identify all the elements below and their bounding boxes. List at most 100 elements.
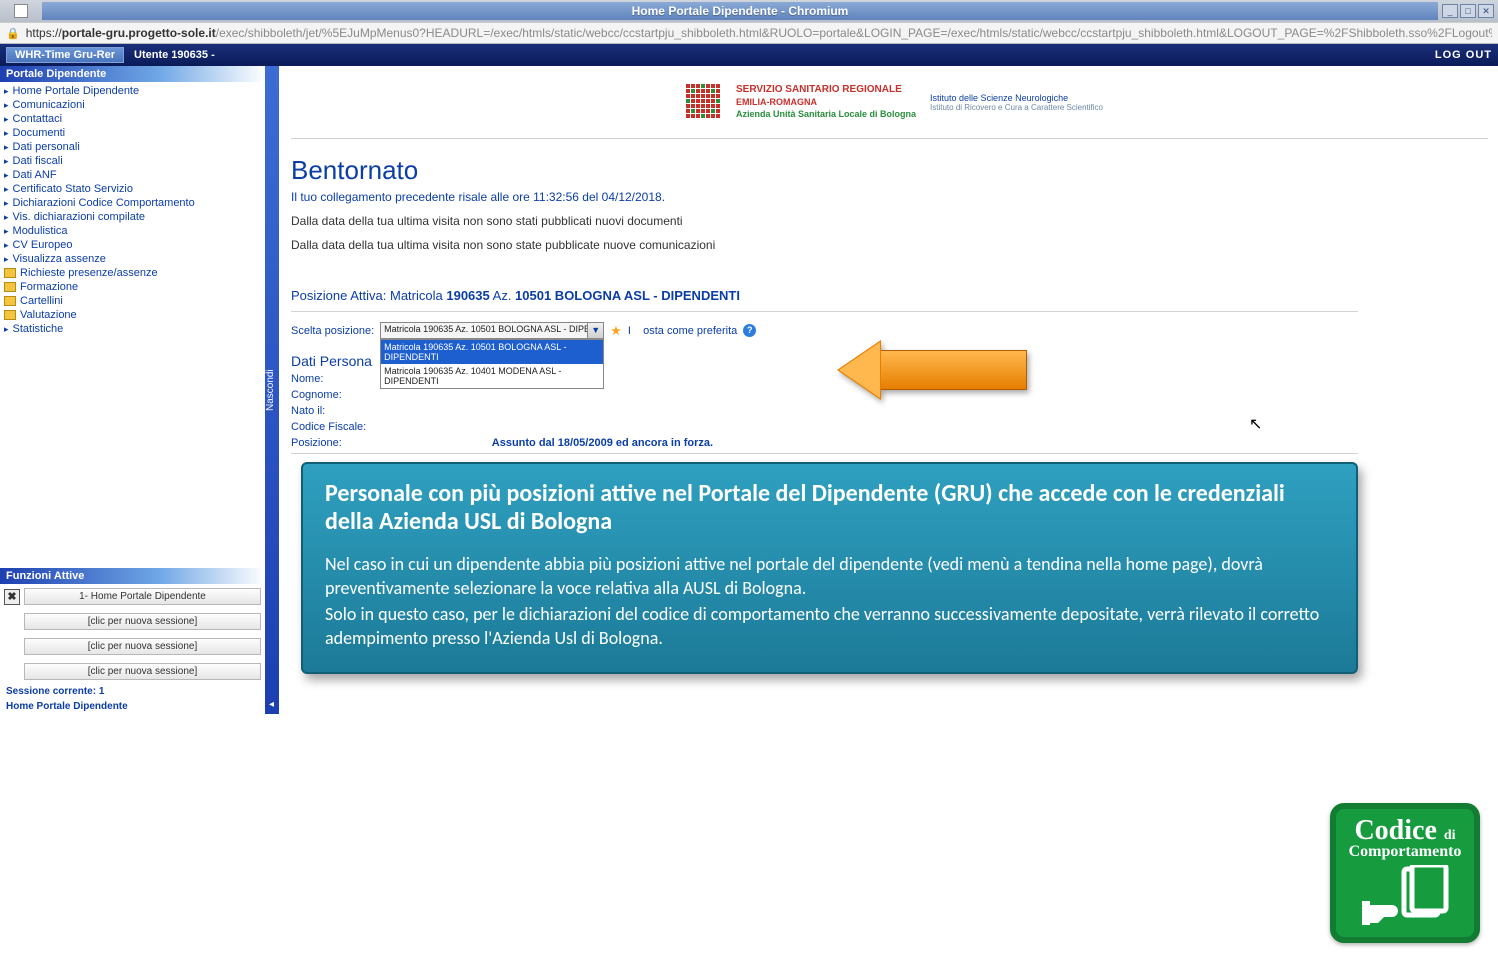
sidebar-item-label: Valutazione <box>20 309 77 321</box>
info-callout: Personale con più posizioni attive nel P… <box>301 462 1358 674</box>
sidebar-item-label: Formazione <box>20 281 78 293</box>
sidebar-item-label: Dati ANF <box>13 169 57 181</box>
session-close-button[interactable]: ✖ <box>4 589 20 605</box>
window-controls: _ □ ✕ <box>1442 4 1494 18</box>
sidebar-item[interactable]: ▸ Visualizza assenze <box>0 252 265 266</box>
window-close-button[interactable]: ✕ <box>1478 4 1494 18</box>
sidebar-item-label: Documenti <box>13 127 66 139</box>
codice-comportamento-badge: Codice di Comportamento <box>1330 803 1480 943</box>
welcome-title: Bentornato <box>291 155 1488 186</box>
posizione-select[interactable]: Matricola 190635 Az. 10501 BOLOGNA ASL -… <box>380 322 604 339</box>
folder-icon <box>4 282 16 292</box>
triangle-icon: ▸ <box>4 156 9 167</box>
window-maximize-button[interactable]: □ <box>1460 4 1476 18</box>
session-button-new[interactable]: [clic per nuova sessione] <box>24 638 261 655</box>
sidebar-item-label: Dati fiscali <box>13 155 63 167</box>
sidebar-item[interactable]: Cartellini <box>0 294 265 308</box>
dp-posizione-value: Assunto dal 18/05/2009 ed ancora in forz… <box>492 437 713 449</box>
sidebar-item[interactable]: ▸Comunicazioni <box>0 98 265 112</box>
badge-word2: di <box>1444 828 1456 843</box>
hand-document-icon <box>1360 865 1450 927</box>
sidebar-item[interactable]: ▸ Modulistica <box>0 224 265 238</box>
triangle-icon: ▸ <box>4 212 9 223</box>
sidebar-item-label: Certificato Stato Servizio <box>13 183 133 195</box>
session-button-new[interactable]: [clic per nuova sessione] <box>24 663 261 680</box>
scelta-label: Scelta posizione: <box>291 325 374 337</box>
sidebar-item-label: Contattaci <box>13 113 63 125</box>
sidebar-item[interactable]: ▸ Certificato Stato Servizio <box>0 182 265 196</box>
callout-p2: Solo in questo caso, per le dichiarazion… <box>325 602 1334 650</box>
welcome-lastlogin: Il tuo collegamento precedente risale al… <box>291 190 1488 204</box>
main-content: SERVIZIO SANITARIO REGIONALE EMILIA-ROMA… <box>279 66 1498 714</box>
triangle-icon: ▸ <box>4 324 9 335</box>
browser-tab[interactable] <box>4 2 38 20</box>
posizione-option[interactable]: Matricola 190635 Az. 10401 MODENA ASL - … <box>381 364 603 388</box>
logo-text: SERVIZIO SANITARIO REGIONALE EMILIA-ROMA… <box>736 84 916 120</box>
url-bar[interactable]: https://portale-gru.progetto-sole.it/exe… <box>26 26 1492 40</box>
logo-line3: Azienda Unità Sanitaria Locale di Bologn… <box>736 108 916 120</box>
sidebar-item-label: Richieste presenze/assenze <box>20 267 158 279</box>
sidebar-item[interactable]: ▸ Dichiarazioni Codice Comportamento <box>0 196 265 210</box>
url-path: /exec/shibboleth/jet/%5EJuMpMenus0?HEADU… <box>216 26 1492 40</box>
browser-chrome: Home Portale Dipendente - Chromium _ □ ✕… <box>0 0 1498 44</box>
sidebar-menu: ▸Home Portale Dipendente▸Comunicazioni▸C… <box>0 82 265 338</box>
chevron-down-icon: ▼ <box>587 323 603 338</box>
triangle-icon: ▸ <box>4 240 9 251</box>
logo-row: SERVIZIO SANITARIO REGIONALE EMILIA-ROMA… <box>291 76 1498 138</box>
sidebar-item[interactable]: ▸Contattaci <box>0 112 265 126</box>
triangle-icon: ▸ <box>4 170 9 181</box>
sidebar-item[interactable]: Valutazione <box>0 308 265 322</box>
logout-button[interactable]: LOG OUT <box>1435 49 1492 61</box>
sidebar-item[interactable]: Formazione <box>0 280 265 294</box>
sidebar-header-funzioni: Funzioni Attive <box>0 568 265 584</box>
sidebar-item[interactable]: ▸ Dati fiscali <box>0 154 265 168</box>
sidebar-item[interactable]: ▸CV Europeo <box>0 238 265 252</box>
triangle-icon: ▸ <box>4 128 9 139</box>
url-bar-row: 🔒 https://portale-gru.progetto-sole.it/e… <box>0 22 1498 43</box>
app-topbar: WHR-Time Gru-Rer Utente 190635 - LOG OUT <box>0 44 1498 66</box>
logo-icon <box>686 84 722 120</box>
set-preferred-link[interactable]: I osta come preferita <box>628 325 737 337</box>
folder-icon <box>4 310 16 320</box>
sidebar-item[interactable]: Richieste presenze/assenze <box>0 266 265 280</box>
lock-icon: 🔒 <box>6 27 20 40</box>
triangle-icon: ▸ <box>4 198 9 209</box>
session-button-current[interactable]: 1- Home Portale Dipendente <box>24 588 261 605</box>
posizione-select-value: Matricola 190635 Az. 10501 BOLOGNA ASL -… <box>381 323 603 335</box>
posizione-option[interactable]: Matricola 190635 Az. 10501 BOLOGNA ASL -… <box>381 340 603 364</box>
sidebar-item-label: Comunicazioni <box>13 99 85 111</box>
sidebar-item[interactable]: ▸Dati personali <box>0 140 265 154</box>
window-title: Home Portale Dipendente - Chromium <box>42 2 1438 20</box>
logo-institute: Istituto delle Scienze Neurologiche Isti… <box>930 93 1103 112</box>
sidebar-item[interactable]: ▸Statistiche <box>0 322 265 336</box>
logo-line1: SERVIZIO SANITARIO REGIONALE <box>736 84 916 96</box>
cursor-icon: ↖ <box>1249 414 1262 434</box>
triangle-icon: ▸ <box>4 254 9 265</box>
sidebar-item[interactable]: ▸Home Portale Dipendente <box>0 84 265 98</box>
sidebar-item-label: Modulistica <box>13 225 68 237</box>
sidebar-item-label: Dichiarazioni Codice Comportamento <box>13 197 195 209</box>
help-icon[interactable]: ? <box>743 324 756 337</box>
dp-posizione-label: Posizione: <box>291 437 342 449</box>
sidebar-collapse-strip[interactable]: Nascondi <box>265 66 279 714</box>
app-title: WHR-Time Gru-Rer <box>6 47 124 63</box>
sidebar-item[interactable]: ▸ Dati ANF <box>0 168 265 182</box>
callout-title: Personale con più posizioni attive nel P… <box>325 480 1334 536</box>
triangle-icon: ▸ <box>4 142 9 153</box>
triangle-icon: ▸ <box>4 226 9 237</box>
sidebar-item[interactable]: ▸ Documenti <box>0 126 265 140</box>
sidebar-item[interactable]: ▸Vis. dichiarazioni compilate <box>0 210 265 224</box>
page-icon <box>14 4 28 18</box>
window-minimize-button[interactable]: _ <box>1442 4 1458 18</box>
dp-row-cf: Codice Fiscale: <box>291 419 1498 435</box>
session-button-new[interactable]: [clic per nuova sessione] <box>24 613 261 630</box>
posizione-az-value: 10501 BOLOGNA ASL - DIPENDENTI <box>515 288 740 303</box>
triangle-icon: ▸ <box>4 184 9 195</box>
sidebar-item-label: Home Portale Dipendente <box>13 85 140 97</box>
sidebar-item-label: Visualizza assenze <box>13 253 106 265</box>
welcome-section: Bentornato Il tuo collegamento precedent… <box>291 139 1498 260</box>
session-current-name: Home Portale Dipendente <box>0 699 265 714</box>
posizione-attiva: Posizione Attiva: Matricola 190635 Az. 1… <box>291 260 1498 307</box>
posizione-matricola: 190635 <box>446 288 489 303</box>
dp-row-posizione: Posizione: Assunto dal 18/05/2009 ed anc… <box>291 435 1498 451</box>
